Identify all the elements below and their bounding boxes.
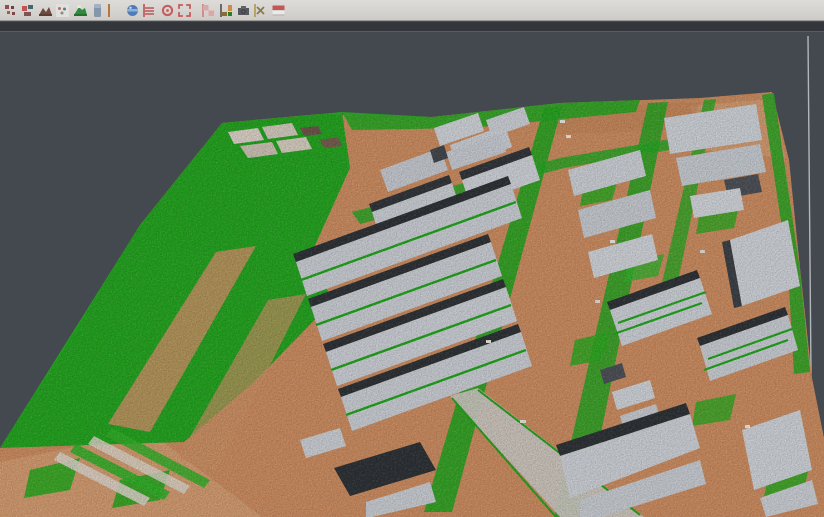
globe-view-icon[interactable]: [126, 4, 139, 17]
target-select-icon[interactable]: [161, 4, 174, 17]
surface-model-icon[interactable]: [74, 4, 87, 17]
viewport-3d[interactable]: [0, 0, 824, 517]
camera-view-icon[interactable]: [237, 4, 250, 17]
profile-view-icon[interactable]: [91, 4, 104, 17]
sample-points-icon[interactable]: [56, 4, 69, 17]
viewport-top-highlight: [0, 31, 824, 32]
classify-points-icon[interactable]: [22, 4, 35, 17]
classification-palette-icon[interactable]: [220, 4, 233, 17]
scene-svg: [0, 0, 824, 517]
viewport-top-shadow: [0, 22, 824, 31]
pointcloud-noise-light: [0, 24, 824, 517]
application-window: [0, 0, 824, 517]
flag-markers-icon[interactable]: [272, 4, 285, 17]
main-toolbar: [0, 0, 824, 21]
measure-tool-icon[interactable]: [254, 4, 267, 17]
orthophoto-icon[interactable]: [108, 4, 121, 17]
distant-edge-line: [808, 36, 811, 374]
grid-overlay-icon[interactable]: [202, 4, 215, 17]
zoom-extents-icon[interactable]: [178, 4, 191, 17]
terrain-model-icon[interactable]: [39, 4, 52, 17]
layer-list-icon[interactable]: [143, 4, 156, 17]
points-scatter-icon[interactable]: [4, 4, 17, 17]
